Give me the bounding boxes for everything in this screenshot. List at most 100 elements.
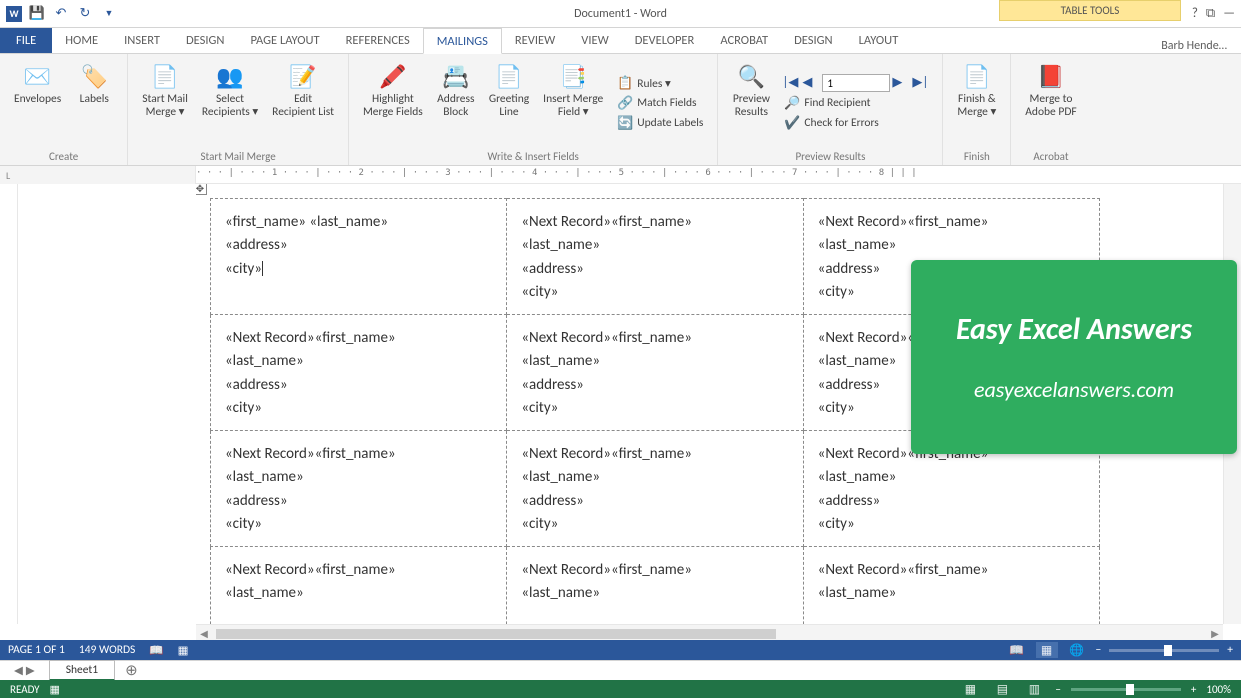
- preview-icon: 🔍: [735, 60, 767, 92]
- insert-field-icon: 📑: [557, 60, 589, 92]
- page-indicator[interactable]: PAGE 1 OF 1: [8, 643, 65, 657]
- zoom-in-icon[interactable]: +: [1227, 643, 1233, 657]
- table-move-handle-icon[interactable]: ✥: [196, 184, 207, 195]
- label-cell[interactable]: «Next Record»«first_name»«last_name»«add…: [507, 199, 803, 315]
- web-layout-icon[interactable]: 🌐: [1066, 642, 1088, 658]
- tab-page-layout[interactable]: PAGE LAYOUT: [237, 27, 332, 53]
- zoom-out-icon[interactable]: −: [1096, 643, 1102, 657]
- tab-table-design[interactable]: DESIGN: [781, 27, 846, 53]
- excel-page-layout-icon[interactable]: ▤: [991, 681, 1013, 697]
- excel-zoom-in-icon[interactable]: +: [1191, 683, 1196, 696]
- word-icon: W: [6, 6, 22, 22]
- label-cell[interactable]: «Next Record»«first_name»«last_name»«add…: [507, 431, 803, 547]
- scroll-thumb[interactable]: [216, 629, 776, 639]
- scroll-left-icon[interactable]: ◀: [196, 627, 212, 640]
- group-label-preview: Preview Results: [726, 150, 934, 163]
- ribbon-tabs: FILE HOME INSERT DESIGN PAGE LAYOUT REFE…: [0, 28, 1241, 54]
- table-row: «Next Record»«first_name»«last_name» «Ne…: [211, 547, 1100, 625]
- horizontal-ruler[interactable]: · · · | · · · 1 · · · | · · · 2 · · · | …: [196, 166, 1241, 184]
- envelope-icon: ✉️: [22, 60, 54, 92]
- tab-home[interactable]: HOME: [52, 27, 111, 53]
- group-label-acrobat: Acrobat: [1019, 150, 1082, 163]
- insert-merge-field-button[interactable]: 📑Insert Merge Field ▾: [537, 58, 609, 148]
- write-small-buttons: 📋Rules ▾ 🔗Match Fields 🔄Update Labels: [611, 58, 709, 148]
- vertical-ruler[interactable]: [0, 184, 18, 624]
- envelopes-button[interactable]: ✉️Envelopes: [8, 58, 67, 148]
- select-recipients-button[interactable]: 👥Select Recipients ▾: [196, 58, 264, 148]
- excel-zoom-out-icon[interactable]: −: [1055, 683, 1060, 696]
- new-sheet-icon[interactable]: ⊕: [115, 661, 148, 680]
- qat-customize-icon[interactable]: ▼: [100, 5, 118, 23]
- last-record-icon[interactable]: ▶|: [912, 75, 930, 91]
- labels-button[interactable]: 🏷️Labels: [69, 58, 119, 148]
- find-icon: 🔎: [784, 95, 800, 111]
- excel-ready: READY: [10, 683, 40, 696]
- excel-page-break-icon[interactable]: ▥: [1023, 681, 1045, 697]
- label-cell[interactable]: «Next Record»«first_name»«last_name»«add…: [507, 315, 803, 431]
- ribbon-display-icon[interactable]: ⧉: [1206, 6, 1215, 21]
- minimize-icon[interactable]: —: [1223, 6, 1235, 21]
- update-labels-button[interactable]: 🔄Update Labels: [615, 114, 705, 132]
- word-status-bar: PAGE 1 OF 1 149 WORDS 📖 ▦ 📖 ▦ 🌐 − +: [0, 640, 1241, 660]
- greeting-line-button[interactable]: 📄Greeting Line: [483, 58, 535, 148]
- rules-button[interactable]: 📋Rules ▾: [615, 74, 705, 92]
- match-fields-button[interactable]: 🔗Match Fields: [615, 94, 705, 112]
- label-cell[interactable]: «Next Record»«first_name»«last_name»«add…: [211, 315, 507, 431]
- excel-macro-icon[interactable]: ▦: [50, 683, 60, 696]
- group-write-insert: 🖍️Highlight Merge Fields 📇Address Block …: [349, 54, 718, 165]
- label-cell[interactable]: «Next Record»«first_name»«last_name»: [507, 547, 803, 625]
- excel-normal-view-icon[interactable]: ▦: [959, 681, 981, 697]
- scroll-right-icon[interactable]: ▶: [1207, 627, 1223, 640]
- sheet-prev-icon[interactable]: ◀: [14, 663, 23, 678]
- sheet-tab-sheet1[interactable]: Sheet1: [49, 660, 115, 681]
- excel-zoom-slider[interactable]: [1071, 688, 1181, 691]
- tab-review[interactable]: REVIEW: [502, 27, 568, 53]
- edit-recipient-list-button[interactable]: 📝Edit Recipient List: [266, 58, 340, 148]
- save-icon[interactable]: 💾: [28, 5, 46, 23]
- word-count[interactable]: 149 WORDS: [79, 643, 135, 657]
- macro-icon[interactable]: ▦: [178, 643, 189, 658]
- excel-zoom-level[interactable]: 100%: [1206, 683, 1231, 696]
- spellcheck-icon[interactable]: 📖: [149, 643, 163, 658]
- group-label-write: Write & Insert Fields: [357, 150, 709, 163]
- label-cell[interactable]: «Next Record»«first_name»«last_name»: [803, 547, 1099, 625]
- zoom-knob[interactable]: [1164, 645, 1172, 656]
- label-cell[interactable]: «Next Record»«first_name»«last_name»: [211, 547, 507, 625]
- merge-to-pdf-button[interactable]: 📕Merge to Adobe PDF: [1019, 58, 1082, 148]
- undo-icon[interactable]: ↶: [52, 5, 70, 23]
- record-number-input[interactable]: [822, 74, 890, 92]
- zoom-slider[interactable]: [1109, 649, 1219, 652]
- tab-view[interactable]: VIEW: [568, 27, 621, 53]
- label-cell[interactable]: «Next Record»«first_name»«last_name»«add…: [211, 431, 507, 547]
- first-record-icon[interactable]: |◀: [782, 75, 800, 91]
- read-mode-icon[interactable]: 📖: [1006, 642, 1028, 658]
- highlight-icon: 🖍️: [377, 60, 409, 92]
- finish-merge-button[interactable]: 📄Finish & Merge ▾: [951, 58, 1002, 148]
- tab-table-layout[interactable]: LAYOUT: [846, 27, 912, 53]
- tab-acrobat[interactable]: ACROBAT: [707, 27, 781, 53]
- labels-icon: 🏷️: [78, 60, 110, 92]
- find-recipient-button[interactable]: 🔎Find Recipient: [782, 94, 930, 112]
- signed-in-user[interactable]: Barb Hende…: [1147, 39, 1241, 53]
- highlight-merge-fields-button[interactable]: 🖍️Highlight Merge Fields: [357, 58, 429, 148]
- print-layout-icon[interactable]: ▦: [1036, 642, 1058, 658]
- help-icon[interactable]: ?: [1192, 6, 1198, 21]
- excel-zoom-knob[interactable]: [1126, 684, 1134, 695]
- greeting-icon: 📄: [493, 60, 525, 92]
- preview-small: |◀ ◀ ▶ ▶| 🔎Find Recipient ✔️Check for Er…: [778, 58, 934, 148]
- tab-mailings[interactable]: MAILINGS: [423, 28, 502, 54]
- tab-insert[interactable]: INSERT: [111, 27, 173, 53]
- prev-record-icon[interactable]: ◀: [802, 75, 820, 91]
- preview-results-button[interactable]: 🔍Preview Results: [726, 58, 776, 148]
- sheet-next-icon[interactable]: ▶: [26, 663, 35, 678]
- tab-design[interactable]: DESIGN: [173, 27, 238, 53]
- tab-developer[interactable]: DEVELOPER: [622, 27, 708, 53]
- tab-file[interactable]: FILE: [0, 27, 52, 53]
- label-cell[interactable]: «first_name» «last_name»«address»«city»: [211, 199, 507, 315]
- check-for-errors-button[interactable]: ✔️Check for Errors: [782, 114, 930, 132]
- start-mail-merge-button[interactable]: 📄Start Mail Merge ▾: [136, 58, 194, 148]
- tab-references[interactable]: REFERENCES: [333, 27, 423, 53]
- redo-icon[interactable]: ↻: [76, 5, 94, 23]
- next-record-icon[interactable]: ▶: [892, 75, 910, 91]
- address-block-button[interactable]: 📇Address Block: [431, 58, 481, 148]
